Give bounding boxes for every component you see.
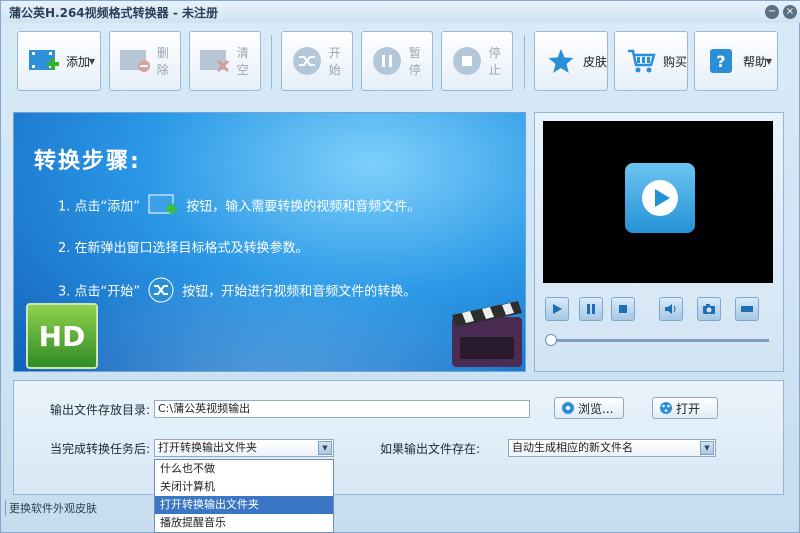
toolbar-separator: [271, 35, 272, 89]
instructions-banner: 转换步骤: 1. 点击“添加” 按钮，输入需要转换的视频和音频文件。 2. 在新…: [13, 112, 526, 372]
output-dir-field[interactable]: C:\蒲公英视频输出: [154, 400, 530, 418]
help-label: 帮助: [743, 54, 768, 69]
if-exists-select[interactable]: 自动生成相应的新文件名 ▼: [508, 439, 716, 457]
video-screen[interactable]: [543, 121, 773, 283]
progress-slider[interactable]: [549, 339, 769, 342]
open-label: 打开: [676, 401, 701, 416]
title-bar: 蒲公英H.264视频格式转换器 - 未注册 − ×: [1, 1, 800, 23]
start-label: 开始: [328, 46, 341, 77]
clapperboard-icon: [452, 301, 522, 367]
stop-button[interactable]: 停止: [441, 31, 513, 91]
step-1: 1. 点击“添加” 按钮，输入需要转换的视频和音频文件。: [58, 193, 420, 221]
window-title: 蒲公英H.264视频格式转换器 - 未注册: [9, 6, 218, 20]
chevron-down-icon[interactable]: ▼: [318, 441, 332, 455]
camera-icon: [703, 304, 715, 314]
chevron-down-icon[interactable]: ▼: [700, 441, 714, 455]
open-button[interactable]: 打开: [652, 397, 718, 419]
settings-panel: 输出文件存放目录: C:\蒲公英视频输出 浏览... 打开 当完成转换任务后: …: [13, 380, 784, 495]
step-2: 2. 在新弹出窗口选择目标格式及转换参数。: [58, 241, 309, 256]
stop-button[interactable]: [611, 297, 635, 321]
start-button[interactable]: 开始: [281, 31, 353, 91]
step-3: 3. 点击“开始” 按钮，开始进行视频和音频文件的转换。: [58, 277, 416, 307]
steps-title: 转换步骤:: [34, 149, 141, 174]
browse-button[interactable]: 浏览...: [554, 397, 624, 419]
clear-label: 清空: [236, 46, 249, 77]
browse-label: 浏览...: [578, 401, 614, 416]
progress-knob[interactable]: [545, 334, 557, 346]
pause-button[interactable]: [579, 297, 603, 321]
app-window: 蒲公英H.264视频格式转换器 - 未注册 − × 添加 ▼ 删除 清空 开始 …: [0, 0, 800, 533]
step-1-suffix: 按钮，输入需要转换的视频和音频文件。: [186, 199, 421, 215]
chevron-down-icon: ▼: [88, 57, 95, 66]
pause-icon: [370, 43, 405, 79]
stop-icon: [619, 305, 627, 313]
step-1-prefix: 1. 点击“添加”: [58, 199, 141, 215]
output-dir-label: 输出文件存放目录:: [50, 403, 151, 417]
volume-button[interactable]: [659, 297, 683, 321]
add-button[interactable]: 添加 ▼: [17, 31, 101, 91]
screen-icon: [741, 306, 753, 312]
browse-icon: [562, 402, 574, 414]
after-done-dropdown: 什么也不做 关闭计算机 打开转换输出文件夹 播放提醒音乐: [154, 459, 334, 533]
step-3-prefix: 3. 点击“开始”: [58, 284, 141, 300]
toolbar: 添加 ▼ 删除 清空 开始 暂停 停止 皮肤 购买 ? 帮助 ▼: [1, 25, 800, 101]
star-icon: [543, 43, 579, 79]
play-button[interactable]: [545, 297, 569, 321]
if-exists-value: 自动生成相应的新文件名: [512, 441, 633, 454]
delete-button[interactable]: 删除: [109, 31, 181, 91]
dropdown-option[interactable]: 什么也不做: [155, 460, 333, 478]
after-done-value: 打开转换输出文件夹: [158, 441, 257, 454]
close-button[interactable]: ×: [783, 5, 797, 19]
if-exists-label: 如果输出文件存在:: [380, 442, 481, 456]
pause-button[interactable]: 暂停: [361, 31, 433, 91]
film-remove-icon: [118, 43, 153, 79]
add-label: 添加: [66, 54, 91, 69]
pause-label: 暂停: [408, 46, 421, 77]
dropdown-option-selected[interactable]: 打开转换输出文件夹: [155, 496, 333, 514]
step-3-suffix: 按钮，开始进行视频和音频文件的转换。: [182, 284, 417, 300]
film-reel-icon: [660, 402, 672, 414]
after-done-label: 当完成转换任务后:: [50, 442, 151, 456]
buy-label: 购买: [662, 54, 687, 69]
fullscreen-button[interactable]: [735, 297, 759, 321]
skin-label: 皮肤: [582, 54, 607, 69]
dropdown-option[interactable]: 播放提醒音乐: [155, 514, 333, 532]
hd-badge: HD: [26, 303, 98, 369]
chevron-down-icon: ▼: [765, 57, 772, 66]
film-add-icon: [148, 193, 178, 221]
shuffle-icon: [290, 43, 325, 79]
video-player: [534, 112, 784, 372]
help-button[interactable]: ? 帮助 ▼: [694, 31, 778, 91]
speaker-icon: [665, 304, 676, 314]
minimize-button[interactable]: −: [765, 5, 779, 19]
snapshot-button[interactable]: [697, 297, 721, 321]
cart-icon: [623, 43, 659, 79]
shuffle-icon: [148, 277, 174, 307]
delete-label: 删除: [156, 46, 169, 77]
status-bar: 更换软件外观皮肤: [5, 500, 97, 516]
clear-button[interactable]: 清空: [189, 31, 261, 91]
help-icon: ?: [703, 43, 739, 79]
toolbar-separator: [524, 35, 525, 89]
stop-label: 停止: [488, 46, 501, 77]
pause-icon: [587, 304, 595, 314]
film-clear-icon: [198, 43, 233, 79]
svg-text:?: ?: [716, 52, 725, 71]
play-icon: [553, 304, 562, 314]
skin-button[interactable]: 皮肤: [534, 31, 608, 91]
stop-icon: [450, 43, 485, 79]
after-done-select[interactable]: 打开转换输出文件夹 ▼: [154, 439, 334, 457]
dropdown-option[interactable]: 关闭计算机: [155, 478, 333, 496]
buy-button[interactable]: 购买: [614, 31, 688, 91]
play-icon[interactable]: [625, 163, 695, 233]
film-add-icon: [26, 43, 62, 79]
